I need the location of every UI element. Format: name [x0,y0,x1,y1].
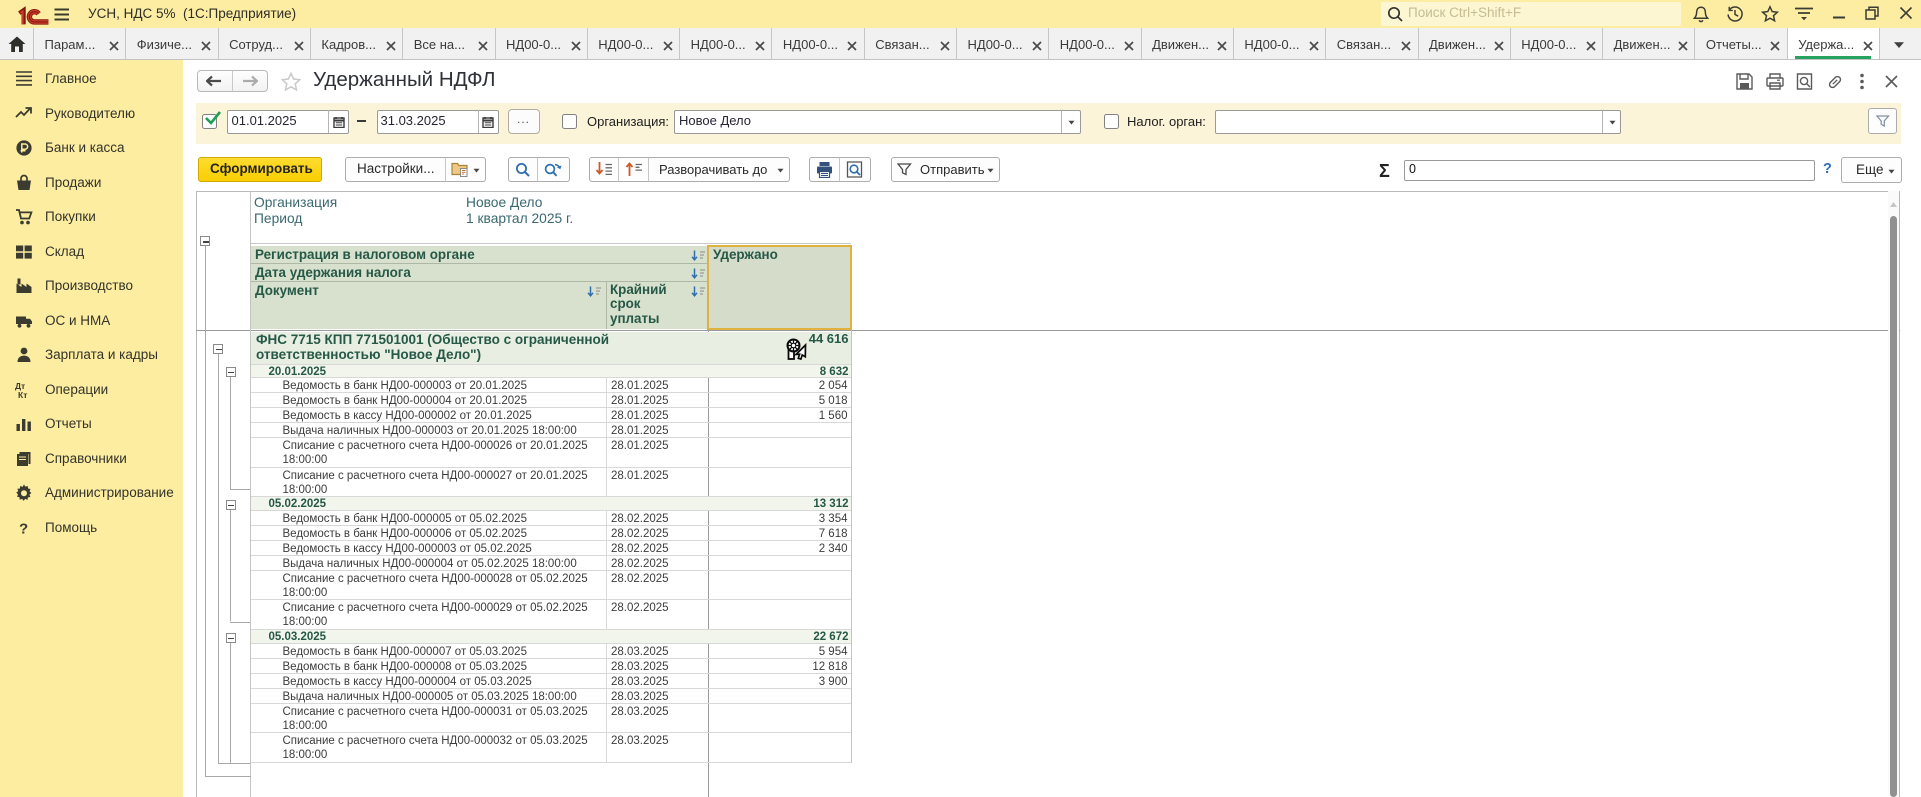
svg-text:?: ? [19,520,28,537]
svg-text:Кт: Кт [18,390,27,400]
